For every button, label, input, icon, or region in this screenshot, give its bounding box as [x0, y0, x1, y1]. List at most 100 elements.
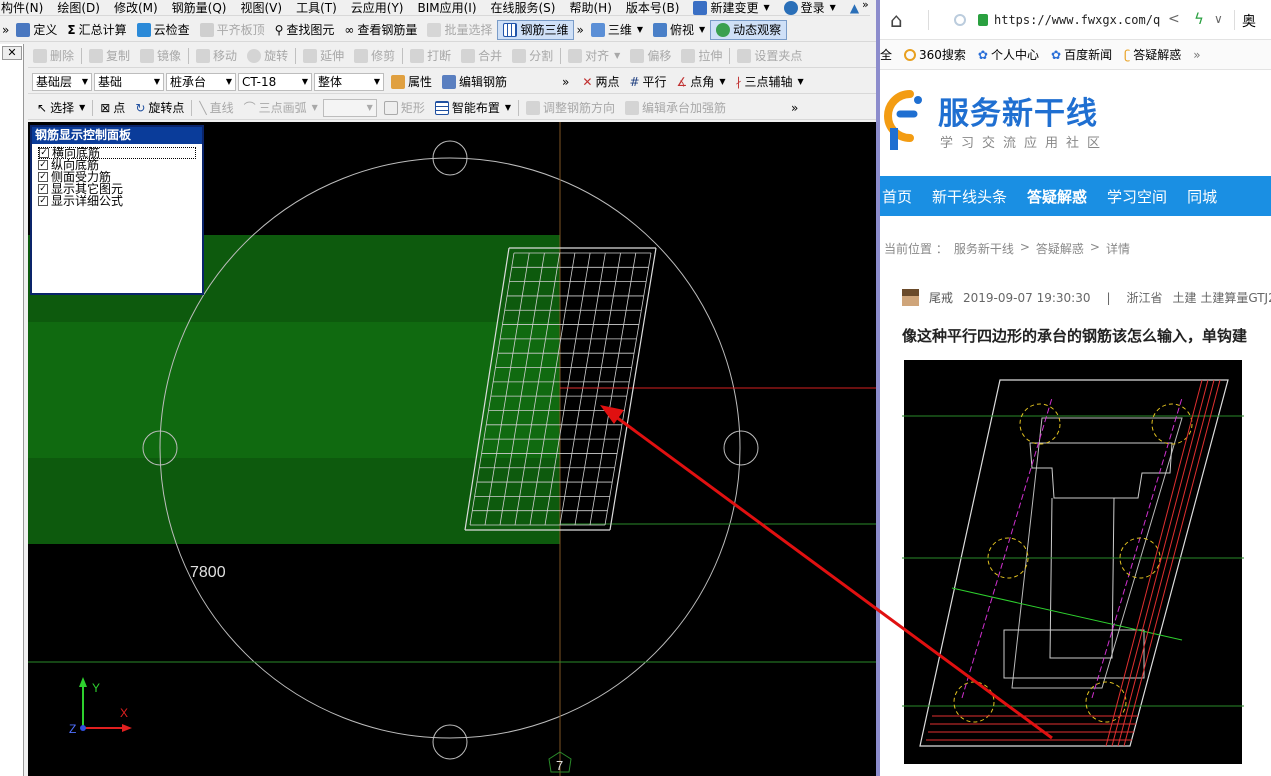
- batch-select-button[interactable]: 批量选择: [422, 20, 497, 40]
- nav-home[interactable]: 首页: [880, 186, 922, 207]
- flat-board-button[interactable]: 平齐板顶: [195, 20, 270, 40]
- breadcrumb-home[interactable]: 服务新干线: [954, 240, 1014, 257]
- breadcrumb-qa[interactable]: 答疑解惑: [1036, 240, 1084, 257]
- chevron-down-icon[interactable]: ∨: [1214, 12, 1223, 26]
- copy-button[interactable]: 复制: [84, 46, 135, 66]
- menu-draw[interactable]: 绘图(D): [50, 0, 107, 15]
- menu-new-change[interactable]: 新建变更 ▼: [686, 0, 776, 15]
- menu-bim[interactable]: BIM应用(I): [410, 0, 483, 15]
- chevron-down-icon: ▼: [763, 3, 770, 12]
- define-button[interactable]: 定义: [11, 20, 62, 40]
- bookmark-baidu-news[interactable]: ✿ 百度新闻: [1051, 46, 1112, 63]
- move-button[interactable]: 移动: [191, 46, 242, 66]
- menu-help[interactable]: 帮助(H): [562, 0, 618, 15]
- three-point-arc-dropdown[interactable]: ⌒ 三点画弧 ▼: [239, 98, 323, 118]
- offset-button[interactable]: 偏移: [625, 46, 676, 66]
- checkbox-checked-icon[interactable]: ✓: [38, 184, 48, 194]
- search-engine-cut-text[interactable]: 奥: [1242, 11, 1256, 31]
- name-select[interactable]: CT-18 ▼: [238, 72, 312, 91]
- bookmark-personal-center[interactable]: ✿ 个人中心: [978, 46, 1039, 63]
- type-select[interactable]: 桩承台 ▼: [166, 72, 236, 91]
- nav-local[interactable]: 同城: [1185, 186, 1227, 207]
- nav-study-space[interactable]: 学习空间: [1105, 186, 1177, 207]
- top-view-dropdown[interactable]: 俯视 ▼: [648, 20, 710, 40]
- merge-button[interactable]: 合并: [456, 46, 507, 66]
- url-field[interactable]: https://www.fwxgx.com/q: [994, 13, 1160, 27]
- menu-login[interactable]: 登录 ▼: [777, 0, 843, 15]
- bookmarks-overflow-icon[interactable]: »: [1193, 48, 1200, 62]
- extend-button[interactable]: 延伸: [298, 46, 349, 66]
- break-button[interactable]: 打断: [405, 46, 456, 66]
- checkbox-checked-icon[interactable]: ✓: [38, 172, 48, 182]
- author-name[interactable]: 尾戒: [929, 289, 953, 306]
- delete-button[interactable]: 删除: [28, 46, 79, 66]
- align-dropdown[interactable]: 对齐 ▼: [563, 46, 625, 66]
- avatar[interactable]: [902, 289, 919, 306]
- menu-modify[interactable]: 修改(M): [107, 0, 165, 15]
- post-tags[interactable]: 土建 土建算量GTJ2: [1173, 289, 1271, 306]
- bookmark-360-search[interactable]: 360搜索: [904, 46, 966, 63]
- nav-headlines[interactable]: 新干线头条: [930, 186, 1017, 207]
- checkbox-checked-icon[interactable]: ✓: [39, 148, 49, 158]
- option-show-formula[interactable]: ✓ 显示详细公式: [38, 195, 200, 207]
- adjust-direction-button[interactable]: 调整钢筋方向: [521, 98, 620, 118]
- lightning-icon[interactable]: ϟ: [1194, 10, 1204, 28]
- edit-rebar-button[interactable]: 编辑钢筋: [437, 72, 512, 92]
- toolbar-separator: [518, 99, 520, 116]
- share-icon[interactable]: <: [1168, 11, 1180, 27]
- point-button[interactable]: ⊠ 点: [95, 98, 130, 118]
- overflow-chevron-icon[interactable]: »: [0, 20, 11, 40]
- menu-cloud[interactable]: 云应用(Y): [344, 0, 411, 15]
- select-dropdown[interactable]: ↖ 选择 ▼: [32, 98, 90, 118]
- two-points-button[interactable]: ✕ 两点: [577, 72, 624, 92]
- rotate-point-button[interactable]: ↻ 旋转点: [130, 98, 189, 118]
- menu-online-service[interactable]: 在线服务(S): [484, 0, 563, 15]
- three-d-label: 三维: [607, 23, 632, 37]
- menu-view[interactable]: 视图(V): [233, 0, 289, 15]
- line-button[interactable]: ╲ 直线: [194, 98, 238, 118]
- scope-select[interactable]: 整体 ▼: [314, 72, 384, 91]
- close-icon[interactable]: ✕: [2, 46, 22, 60]
- site-info-icon[interactable]: [954, 14, 966, 26]
- properties-button[interactable]: 属性: [386, 72, 437, 92]
- menu-component[interactable]: 构件(N): [0, 0, 50, 15]
- two-points-icon: ✕: [582, 74, 593, 89]
- home-icon[interactable]: ⌂: [890, 8, 903, 32]
- menu-version[interactable]: 版本号(B): [619, 0, 687, 15]
- overflow-chevron-icon[interactable]: »: [862, 0, 869, 11]
- grip-point-button[interactable]: 设置夹点: [732, 46, 807, 66]
- overflow-chevron-icon[interactable]: »: [731, 98, 800, 118]
- parallel-button[interactable]: # 平行: [624, 72, 671, 92]
- nav-qa[interactable]: 答疑解惑: [1025, 186, 1097, 207]
- checkbox-checked-icon[interactable]: ✓: [38, 160, 48, 170]
- menu-rebar-quantity[interactable]: 钢筋量(Q): [165, 0, 234, 15]
- mirror-button[interactable]: 镜像: [135, 46, 186, 66]
- rectangle-button[interactable]: 矩形: [379, 98, 430, 118]
- smart-layout-dropdown[interactable]: 智能布置 ▼: [430, 98, 516, 118]
- overflow-chevron-icon[interactable]: »: [512, 72, 577, 92]
- cloud-check-button[interactable]: 云检查: [132, 20, 195, 40]
- rebar-3d-button[interactable]: 钢筋三维: [497, 19, 575, 40]
- rotate-button[interactable]: 旋转: [242, 46, 293, 66]
- question-image[interactable]: [902, 358, 1244, 766]
- arc-mode-select[interactable]: ▼: [322, 98, 377, 117]
- three-d-dropdown[interactable]: 三维 ▼: [586, 20, 648, 40]
- view-rebar-button[interactable]: ∞ 查看钢筋量: [339, 20, 422, 40]
- stretch-button[interactable]: 拉伸: [676, 46, 727, 66]
- split-button[interactable]: 分割: [507, 46, 558, 66]
- summary-button[interactable]: Σ 汇总计算: [62, 20, 131, 40]
- edit-cap-rebar-button[interactable]: 编辑承台加强筋: [620, 98, 731, 118]
- three-point-aux-dropdown[interactable]: ∤ 三点辅轴 ▼: [730, 72, 808, 92]
- trim-button[interactable]: 修剪: [349, 46, 400, 66]
- menu-tools[interactable]: 工具(T): [289, 0, 344, 15]
- dynamic-view-button[interactable]: 动态观察: [710, 19, 788, 40]
- point-angle-dropdown[interactable]: ∡ 点角 ▼: [672, 72, 731, 92]
- overflow-chevron-icon[interactable]: »: [574, 20, 585, 40]
- layer-select[interactable]: 基础层 ▼: [32, 72, 92, 91]
- bookmark-qa[interactable]: ʗ 答疑解惑: [1124, 46, 1181, 63]
- site-logo[interactable]: 服务新干线 学习交流应用社区: [880, 84, 1120, 154]
- checkbox-checked-icon[interactable]: ✓: [38, 196, 48, 206]
- find-element-button[interactable]: ⚲ 查找图元: [270, 20, 340, 40]
- category-select[interactable]: 基础 ▼: [94, 72, 164, 91]
- bookmark-all[interactable]: 全: [880, 46, 892, 63]
